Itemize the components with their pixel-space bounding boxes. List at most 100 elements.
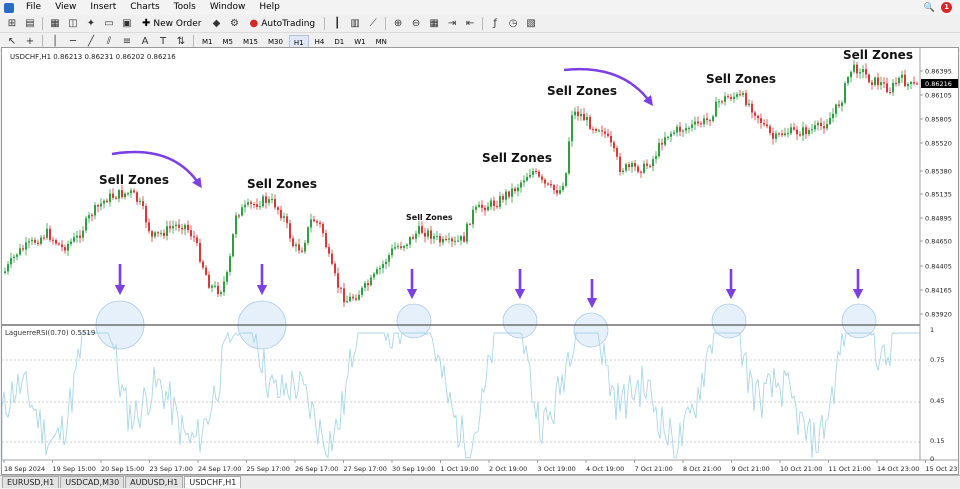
candle-body <box>886 83 888 93</box>
notification-icon[interactable]: 1 <box>941 2 952 13</box>
menu-tools[interactable]: Tools <box>167 0 203 15</box>
candle-body <box>631 163 633 167</box>
price-chart[interactable]: LaguerreRSI(0.70) 0.5519 USDCHF,H1 0.862… <box>2 48 959 475</box>
menu-view[interactable]: View <box>48 0 83 15</box>
menu-charts[interactable]: Charts <box>123 0 166 15</box>
candle-body <box>493 200 495 207</box>
data-window-icon[interactable]: ◫ <box>65 17 81 31</box>
line-chart-icon[interactable]: ⟋ <box>365 17 381 31</box>
candle-body <box>625 164 627 171</box>
candle-body <box>373 273 375 278</box>
candle-body <box>502 196 504 200</box>
candle-body <box>745 93 747 106</box>
candle-body <box>652 159 654 167</box>
options-icon[interactable]: ⚙ <box>226 17 242 31</box>
candle-body <box>85 218 87 231</box>
candle-body <box>589 116 591 129</box>
candle-body <box>820 122 822 127</box>
menu-insert[interactable]: Insert <box>83 0 123 15</box>
candle-body <box>436 235 438 237</box>
candle-body <box>829 118 831 125</box>
zoom-out-icon[interactable]: ⊖ <box>408 17 424 31</box>
metaeditor-icon[interactable]: ◆ <box>208 17 224 31</box>
candle-body <box>361 287 363 295</box>
indicators-icon[interactable]: ƒ <box>487 17 503 31</box>
search-icon[interactable]: 🔍 <box>924 3 935 13</box>
time-label: 24 Sep 17:00 <box>198 465 241 473</box>
candle-body <box>277 207 279 210</box>
candle-body <box>403 246 405 248</box>
candle-body <box>22 248 24 250</box>
candle-body <box>241 207 243 216</box>
candle-body <box>193 236 195 238</box>
plus-icon: ✚ <box>142 18 151 29</box>
terminal-icon[interactable]: ▭ <box>101 17 117 31</box>
candle-body <box>574 111 576 116</box>
candle-body <box>283 216 285 219</box>
candle-body <box>751 103 753 113</box>
candle-body <box>517 187 519 192</box>
candle-body <box>448 238 450 240</box>
new-order-button[interactable]: ✚ New Order <box>138 16 205 31</box>
candle-body <box>142 201 144 207</box>
candle-body <box>178 224 180 228</box>
candle-body <box>136 192 138 202</box>
candle-body <box>109 193 111 202</box>
candle-body <box>496 206 498 208</box>
candle-body <box>40 237 42 244</box>
tester-icon[interactable]: ▣ <box>119 17 135 31</box>
candle-body <box>118 190 120 199</box>
menu-file[interactable]: File <box>19 0 48 15</box>
autotrading-icon: ● <box>249 18 259 29</box>
laguerre-rsi-line <box>2 331 920 460</box>
candle-body <box>703 118 705 125</box>
sell-zone-label: Sell Zones <box>547 84 617 98</box>
tile-windows-icon[interactable]: ▦ <box>426 17 442 31</box>
zoom-in-icon[interactable]: ⊕ <box>390 17 406 31</box>
candle-body <box>754 112 756 116</box>
chart-window[interactable]: LaguerreRSI(0.70) 0.5519 USDCHF,H1 0.862… <box>1 47 959 475</box>
candle-body <box>691 124 693 128</box>
candle-body <box>343 288 345 303</box>
candle-body <box>400 246 402 248</box>
tab-eurusd[interactable]: EURUSD,H1 <box>2 476 60 488</box>
menu-help[interactable]: Help <box>252 0 287 15</box>
candle-body <box>274 198 276 208</box>
time-label: 25 Sep 17:00 <box>247 465 290 473</box>
candle-body <box>46 228 48 238</box>
profiles-icon[interactable]: ▤ <box>22 17 38 31</box>
autotrading-button[interactable]: ● AutoTrading <box>245 16 319 31</box>
candle-body <box>697 121 699 124</box>
candle-body <box>586 116 588 121</box>
candle-body <box>244 204 246 208</box>
candle-body <box>451 238 453 242</box>
candle-body <box>541 176 543 180</box>
price-label: 0.84895 <box>925 215 952 223</box>
menu-window[interactable]: Window <box>203 0 253 15</box>
tab-usdcad[interactable]: USDCAD,M30 <box>60 476 125 488</box>
candle-body <box>712 116 714 121</box>
candle-body <box>307 227 309 243</box>
new-chart-icon[interactable]: ⊞ <box>4 17 20 31</box>
periods-icon[interactable]: ◷ <box>505 17 521 31</box>
tab-audusd[interactable]: AUDUSD,H1 <box>125 476 184 488</box>
navigator-icon[interactable]: ✦ <box>83 17 99 31</box>
time-label: 2 Oct 19:00 <box>489 465 527 473</box>
tab-usdchf[interactable]: USDCHF,H1 <box>184 476 242 488</box>
candle-body <box>847 77 849 84</box>
price-label: 0.84165 <box>925 287 952 295</box>
chart-shift-icon[interactable]: ⇤ <box>462 17 478 31</box>
candle-body <box>181 227 183 230</box>
candle-body <box>514 188 516 192</box>
candle-body <box>82 230 84 238</box>
bar-chart-icon[interactable]: ┃ <box>329 17 345 31</box>
candle-body <box>379 267 381 270</box>
candle-body <box>145 206 147 223</box>
candle-body <box>208 274 210 288</box>
sell-zone-label: Sell Zones <box>482 151 552 165</box>
market-watch-icon[interactable]: ▦ <box>47 17 63 31</box>
candlestick-icon[interactable]: ▥ <box>347 17 363 31</box>
auto-scroll-icon[interactable]: ⇥ <box>444 17 460 31</box>
candle-body <box>64 247 66 251</box>
templates-icon[interactable]: ▧ <box>523 17 539 31</box>
